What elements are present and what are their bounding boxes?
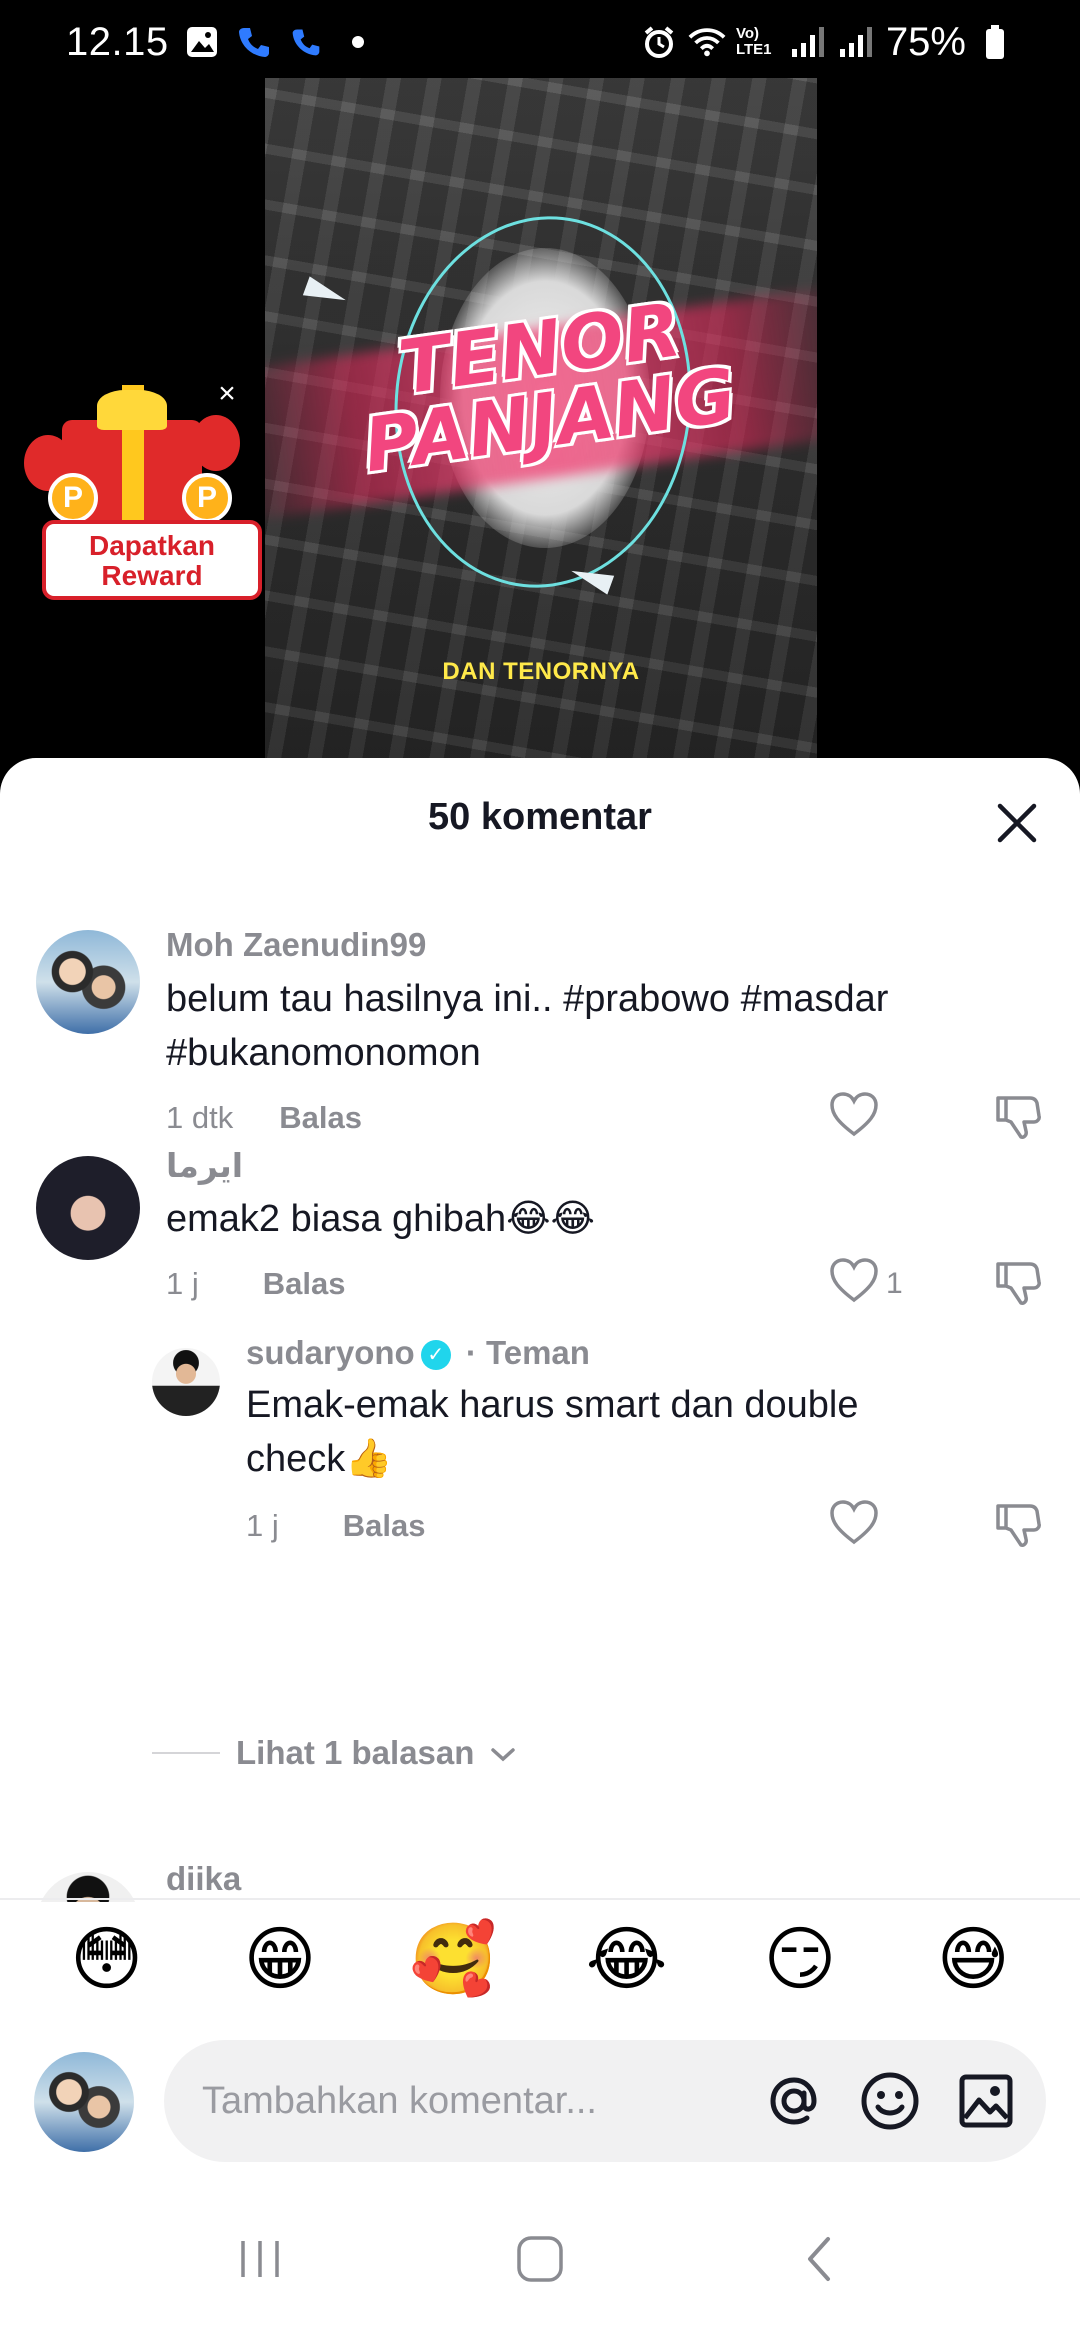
arrow-decoration-left	[302, 276, 350, 310]
emoji-picker-icon[interactable]	[854, 2065, 926, 2137]
arrow-decoration-right	[567, 561, 615, 595]
coin-icon-right: P	[182, 473, 232, 523]
battery-percent: 75%	[885, 19, 966, 64]
signal-strength-icon	[790, 23, 828, 61]
like-button[interactable]: 1	[828, 1256, 903, 1312]
call-notification-icon	[235, 23, 273, 61]
comment-text: belum tau hasilnya ini.. #prabowo #masda…	[166, 972, 888, 1080]
heart-icon	[828, 1498, 880, 1554]
heart-icon	[828, 1090, 880, 1146]
comment-text-line1: emak2 biasa ghibah😂😂	[166, 1198, 595, 1240]
reply-text: Emak-emak harus smart dan double check👍	[246, 1378, 859, 1486]
coin-icon-left: P	[48, 473, 98, 523]
reward-close-icon[interactable]: ×	[212, 379, 242, 409]
call-notification-icon-2	[287, 23, 325, 61]
emoji-grin[interactable]: 😁	[235, 1924, 325, 1994]
comment-username[interactable]: diika	[166, 1860, 241, 1898]
reply-text-line1: Emak-emak harus smart dan double	[246, 1384, 859, 1426]
alarm-icon	[640, 23, 678, 61]
comment-input-row: Tambahkan komentar...	[0, 2022, 1080, 2162]
comment-meta: 1 dtk Balas	[166, 1100, 362, 1136]
dislike-button[interactable]	[992, 1256, 1044, 1313]
recent-apps-icon[interactable]	[220, 2219, 300, 2299]
reward-label-line2: Reward	[101, 560, 203, 591]
verified-badge-icon: ✓	[420, 1340, 451, 1371]
comment-time: 1 dtk	[166, 1100, 234, 1135]
friend-label: · Teman	[465, 1334, 590, 1371]
close-icon[interactable]	[992, 798, 1042, 848]
chevron-down-icon	[490, 1734, 516, 1772]
video-thumbnail: TENOR PANJANG DAN TENORNYA	[265, 78, 817, 768]
wifi-icon	[688, 23, 726, 61]
comment-text-line2: #bukanomonomon	[166, 1032, 481, 1074]
quick-emoji-bar: 😳 😁 🥰 😂 😏 😅	[0, 1898, 1080, 2018]
comment-input-placeholder: Tambahkan komentar...	[202, 2079, 597, 2122]
comment-username[interactable]: ايرما	[166, 1146, 243, 1185]
view-replies-button[interactable]: Lihat 1 balasan	[152, 1734, 516, 1772]
reply-button[interactable]: Balas	[263, 1266, 346, 1302]
dislike-icon	[996, 1096, 1041, 1139]
reward-label[interactable]: Dapatkan Reward	[42, 520, 262, 600]
comment-meta: 1 j Balas	[166, 1266, 345, 1302]
home-icon[interactable]	[500, 2219, 580, 2299]
view-replies-label: Lihat 1 balasan	[236, 1734, 475, 1771]
gallery-notification-icon	[183, 23, 221, 61]
comment-input[interactable]: Tambahkan komentar...	[164, 2040, 1046, 2162]
dislike-icon	[996, 1262, 1041, 1305]
like-button[interactable]	[828, 1090, 886, 1146]
status-bar: 12.15 Vo) LTE1 75%	[0, 0, 1080, 84]
avatar[interactable]	[152, 1348, 220, 1416]
comment-text: emak2 biasa ghibah😂😂	[166, 1192, 595, 1246]
comment-count-title: 50 komentar	[428, 796, 652, 838]
comments-sheet: 50 komentar Moh Zaenudin99 belum tau has…	[0, 758, 1080, 2340]
emoji-sweat-smile[interactable]: 😅	[928, 1924, 1018, 1994]
emoji-joy[interactable]: 😂	[582, 1924, 672, 1994]
comment-text-line1: belum tau hasilnya ini.. #prabowo #masda…	[166, 978, 889, 1020]
reward-label-line1: Dapatkan	[88, 530, 216, 561]
reply-time: 1 j	[246, 1508, 279, 1543]
back-icon[interactable]	[780, 2219, 860, 2299]
reply-button[interactable]: Balas	[343, 1508, 426, 1544]
emoji-hearts[interactable]: 🥰	[408, 1924, 498, 1994]
reply-username: sudaryono ✓ · Teman	[246, 1334, 590, 1372]
signal-strength-icon-2	[838, 23, 876, 61]
more-notifications-dot-icon	[339, 23, 377, 61]
reward-badge[interactable]: P P Dapatkan Reward ×	[22, 379, 262, 605]
view-replies-divider	[152, 1752, 220, 1754]
dislike-button[interactable]	[992, 1090, 1044, 1147]
dislike-icon	[996, 1504, 1041, 1547]
comment-time: 1 j	[166, 1266, 199, 1301]
like-count: 1	[886, 1267, 903, 1300]
network-type-label: Vo) LTE1	[735, 25, 772, 58]
dislike-button[interactable]	[992, 1498, 1044, 1555]
video-subtitle-text: DAN TENORNYA	[442, 658, 640, 685]
reply-text-line2: check👍	[246, 1438, 393, 1480]
reply-meta: 1 j Balas	[246, 1508, 425, 1544]
gift-bow	[97, 390, 167, 430]
emoji-smirk[interactable]: 😏	[755, 1924, 845, 1994]
like-button[interactable]	[828, 1498, 880, 1554]
avatar[interactable]	[36, 1156, 140, 1260]
comment-list[interactable]: Moh Zaenudin99 belum tau hasilnya ini.. …	[0, 882, 1080, 1902]
comment-username[interactable]: Moh Zaenudin99	[166, 926, 426, 964]
heart-icon	[828, 1256, 880, 1312]
system-nav-bar	[0, 2178, 1080, 2340]
reply-username-text[interactable]: sudaryono	[246, 1334, 415, 1371]
emoji-flushed[interactable]: 😳	[62, 1924, 152, 1994]
image-attach-icon[interactable]	[950, 2065, 1022, 2137]
current-user-avatar	[34, 2052, 134, 2152]
reply-button[interactable]: Balas	[279, 1100, 362, 1136]
avatar[interactable]	[36, 930, 140, 1034]
battery-icon	[976, 23, 1014, 61]
sheet-header: 50 komentar	[0, 758, 1080, 882]
status-time: 12.15	[66, 19, 169, 64]
mention-icon[interactable]	[758, 2065, 830, 2137]
